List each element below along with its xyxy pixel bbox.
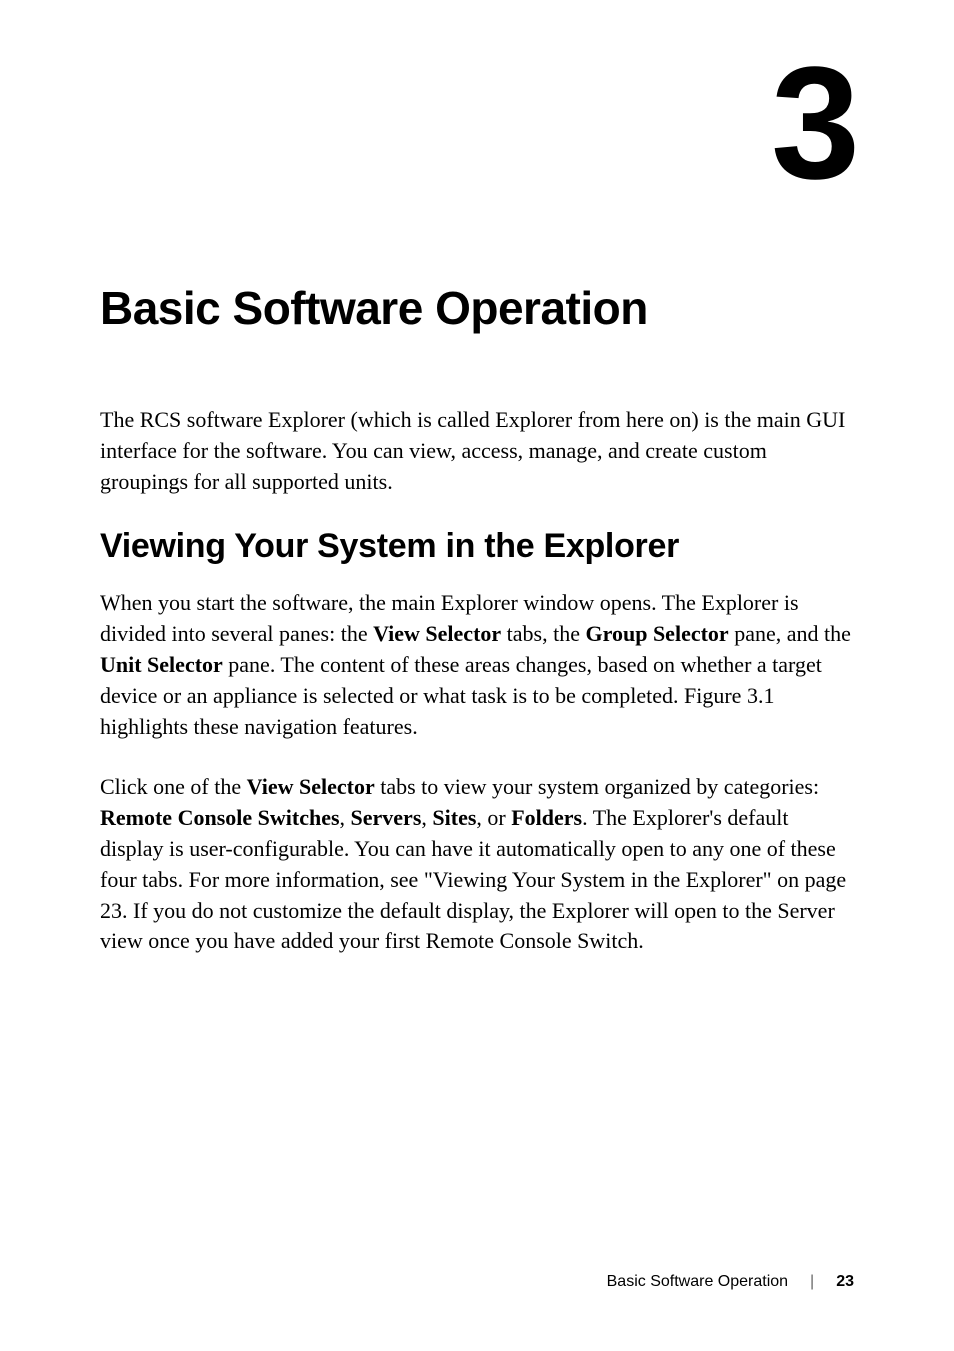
chapter-number: 3 bbox=[100, 55, 854, 191]
footer-title: Basic Software Operation bbox=[607, 1273, 788, 1291]
footer-divider: | bbox=[810, 1273, 814, 1291]
text-run: , bbox=[340, 805, 351, 830]
footer-page-number: 23 bbox=[836, 1273, 854, 1291]
page-footer: Basic Software Operation | 23 bbox=[607, 1273, 854, 1291]
bold-term-sites: Sites bbox=[432, 805, 476, 830]
bold-term-view-selector: View Selector bbox=[373, 621, 501, 646]
text-run: tabs, the bbox=[501, 621, 585, 646]
text-run: , or bbox=[476, 805, 511, 830]
text-run: Click one of the bbox=[100, 774, 247, 799]
bold-term-remote-console-switches: Remote Console Switches bbox=[100, 805, 340, 830]
intro-paragraph: The RCS software Explorer (which is call… bbox=[100, 405, 854, 497]
section-paragraph-2: Click one of the View Selector tabs to v… bbox=[100, 772, 854, 957]
bold-term-group-selector: Group Selector bbox=[586, 621, 729, 646]
section-heading: Viewing Your System in the Explorer bbox=[100, 527, 854, 566]
bold-term-servers: Servers bbox=[351, 805, 422, 830]
bold-term-unit-selector: Unit Selector bbox=[100, 652, 223, 677]
text-run: tabs to view your system organized by ca… bbox=[375, 774, 819, 799]
section-paragraph-1: When you start the software, the main Ex… bbox=[100, 588, 854, 742]
chapter-title: Basic Software Operation bbox=[100, 281, 854, 335]
bold-term-view-selector-2: View Selector bbox=[247, 774, 375, 799]
page-container: 3 Basic Software Operation The RCS softw… bbox=[0, 0, 954, 1351]
text-run: , bbox=[421, 805, 432, 830]
text-run: pane, and the bbox=[729, 621, 851, 646]
bold-term-folders: Folders bbox=[511, 805, 582, 830]
